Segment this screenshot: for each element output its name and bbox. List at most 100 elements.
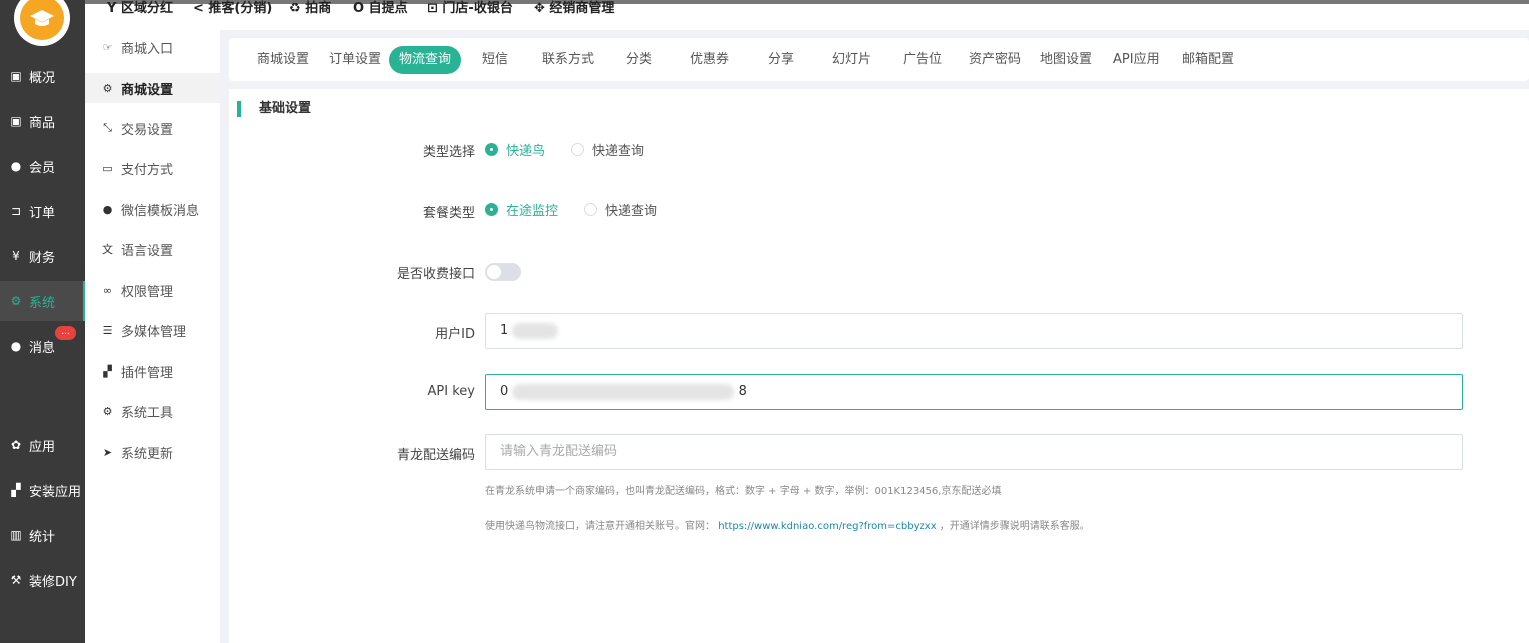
qinglong-code-placeholder: 请输入青龙配送编码	[500, 444, 618, 459]
settings-icon: ⚙	[10, 294, 22, 308]
api-key-suffix: 8	[738, 384, 747, 399]
sidebar-item-goods[interactable]: ▣ 商品	[0, 101, 85, 141]
sidebar-item-orders[interactable]: ⊐ 订单	[0, 191, 85, 231]
topnav-item-dealer[interactable]: ✥ 经销商管理	[534, 0, 614, 16]
sidebar-item-label: 会员	[29, 160, 56, 176]
tab-coupon[interactable]: 优惠券	[680, 46, 739, 74]
subnav-item-payment[interactable]: ▭ 支付方式	[85, 153, 220, 183]
sidebar-item-label: 统计	[29, 529, 56, 545]
send-icon: ➤	[102, 445, 113, 459]
sidebar-item-install-apps[interactable]: ▞ 安装应用	[0, 470, 85, 510]
sidebar-item-diy[interactable]: ⚒ 装修DIY	[0, 560, 85, 600]
user-id-input[interactable]: 1	[485, 313, 1463, 349]
dashboard-icon: ▣	[10, 69, 22, 83]
type-radio-group: 快递鸟 快递查询	[485, 140, 670, 159]
top-nav: Y 区域分红 < 推客(分销) ♻ 拍商 O 自提点 ⊡ 门店-收银台 ✥ 经销…	[85, 0, 1529, 30]
tab-mall-settings[interactable]: 商城设置	[247, 46, 319, 74]
tab-email-config[interactable]: 邮箱配置	[1172, 46, 1244, 74]
hammer-icon: ⚒	[10, 573, 22, 587]
api-key-input[interactable]: 0 8	[485, 374, 1463, 410]
sidebar-item-label: 订单	[29, 205, 56, 221]
sidebar-item-label: 系统	[29, 295, 56, 311]
qinglong-hint: 在青龙系统申请一个商家编码，也叫青龙配送编码，格式：数字 + 字母 + 数字，举…	[485, 486, 1002, 497]
tab-sms[interactable]: 短信	[472, 46, 518, 74]
subnav-item-system-update[interactable]: ➤ 系统更新	[85, 437, 220, 467]
subnav-item-mall-settings[interactable]: ⚙ 商城设置	[85, 73, 220, 103]
user-id-label: 用户ID	[435, 327, 475, 342]
sidebar-item-finance[interactable]: ¥ 财务	[0, 236, 85, 276]
wechat-icon: ●	[102, 202, 113, 216]
sub-sidebar: ☞ 商城入口 ⚙ 商城设置 ⤡ 交易设置 ▭ 支付方式 ● 微信模板消息 文 语…	[85, 30, 220, 643]
tab-api-apps[interactable]: API应用	[1103, 46, 1170, 74]
goods-icon: ▣	[10, 114, 22, 128]
sidebar-item-label: 概况	[29, 70, 56, 86]
qinglong-code-label: 青龙配送编码	[396, 448, 475, 463]
hand-point-icon: ☞	[102, 40, 113, 54]
user-id-value: 1	[500, 323, 509, 338]
sidebar-item-label: 消息	[29, 340, 56, 356]
tab-slideshow[interactable]: 幻灯片	[822, 46, 881, 74]
credit-card-icon: ▭	[102, 161, 113, 175]
subnav-item-mall-entry[interactable]: ☞ 商城入口	[85, 32, 220, 62]
subnav-item-system-tools[interactable]: ⚙ 系统工具	[85, 396, 220, 426]
subnav-item-language[interactable]: 文 语言设置	[85, 234, 220, 264]
tab-category[interactable]: 分类	[616, 46, 662, 74]
tab-ad-slot[interactable]: 广告位	[893, 46, 952, 74]
share-icon: <	[193, 1, 209, 16]
list-icon: ☰	[102, 323, 113, 337]
chart-icon: ▥	[10, 528, 22, 542]
subnav-item-wechat-template[interactable]: ● 微信模板消息	[85, 194, 220, 224]
recycle-icon: ♻	[289, 1, 306, 16]
sidebar-item-apps[interactable]: ✿ 应用	[0, 425, 85, 465]
cart-icon: ⊐	[10, 204, 22, 218]
section-title: 基础设置	[237, 101, 311, 117]
subnav-item-plugins[interactable]: ▞ 插件管理	[85, 356, 220, 386]
radio-checked-icon	[485, 143, 498, 156]
tab-asset-password[interactable]: 资产密码	[959, 46, 1031, 74]
kdniao-register-link[interactable]: https://www.kdniao.com/reg?from=cbbyzxx	[718, 521, 936, 532]
package-label: 套餐类型	[422, 206, 475, 221]
yen-icon: ¥	[12, 249, 20, 263]
sidebar-item-label: 商品	[29, 115, 56, 131]
tab-order-settings[interactable]: 订单设置	[319, 46, 391, 74]
qinglong-code-input[interactable]: 请输入青龙配送编码	[485, 434, 1463, 470]
sidebar-item-system[interactable]: ⚙ 系统	[0, 281, 85, 321]
message-badge: ...	[55, 326, 76, 340]
topnav-item-region-dividend[interactable]: Y 区域分红	[107, 0, 173, 16]
plugin-icon: ▞	[103, 364, 112, 378]
users-icon: ●	[10, 159, 22, 173]
sidebar-item-members[interactable]: ● 会员	[0, 146, 85, 186]
tab-map-settings[interactable]: 地图设置	[1030, 46, 1102, 74]
sidebar-item-overview[interactable]: ▣ 概况	[0, 56, 85, 96]
app-logo[interactable]	[14, 0, 70, 46]
tab-logistics-query[interactable]: 物流查询	[389, 46, 462, 74]
paid-interface-toggle[interactable]	[485, 263, 521, 281]
tab-contact[interactable]: 联系方式	[532, 46, 604, 74]
exchange-icon: ⤡	[103, 121, 112, 134]
type-option-express-query[interactable]: 快递查询	[571, 140, 644, 159]
apps-icon: ✿	[10, 438, 22, 452]
subnav-item-media[interactable]: ☰ 多媒体管理	[85, 315, 220, 345]
topnav-item-promoter[interactable]: < 推客(分销)	[193, 0, 272, 16]
radio-unchecked-icon	[571, 143, 585, 156]
tool-icon: ⚙	[102, 404, 113, 418]
topnav-item-store-cashier[interactable]: ⊡ 门店-收银台	[427, 0, 513, 16]
settings-tabs: 商城设置 订单设置 物流查询 短信 联系方式 分类 优惠券 分享 幻灯片 广告位…	[229, 38, 1529, 81]
package-option-express-query[interactable]: 快递查询	[584, 200, 657, 219]
topnav-item-pickup-point[interactable]: O 自提点	[353, 0, 408, 16]
language-icon: 文	[102, 243, 113, 256]
type-option-kdniao[interactable]: 快递鸟	[485, 140, 545, 159]
tab-share[interactable]: 分享	[758, 46, 804, 74]
radio-checked-icon	[485, 203, 498, 216]
paid-interface-label: 是否收费接口	[396, 267, 475, 282]
subnav-item-permissions[interactable]: ∞ 权限管理	[85, 275, 220, 305]
sidebar-item-label: 装修DIY	[29, 574, 77, 590]
sidebar-item-label: 安装应用	[29, 484, 82, 500]
topnav-item-bidding[interactable]: ♻ 拍商	[289, 0, 331, 16]
package-option-in-transit[interactable]: 在途监控	[485, 200, 558, 219]
store-icon: ⊡	[427, 1, 443, 16]
filter-icon: Y	[107, 1, 121, 16]
app-root: ▣ 概况 ▣ 商品 ● 会员 ⊐ 订单 ¥ 财务 ⚙ 系统 ● 消息 ... ✿	[0, 0, 1529, 643]
subnav-item-trade-settings[interactable]: ⤡ 交易设置	[85, 113, 220, 143]
sidebar-item-statistics[interactable]: ▥ 统计	[0, 515, 85, 555]
